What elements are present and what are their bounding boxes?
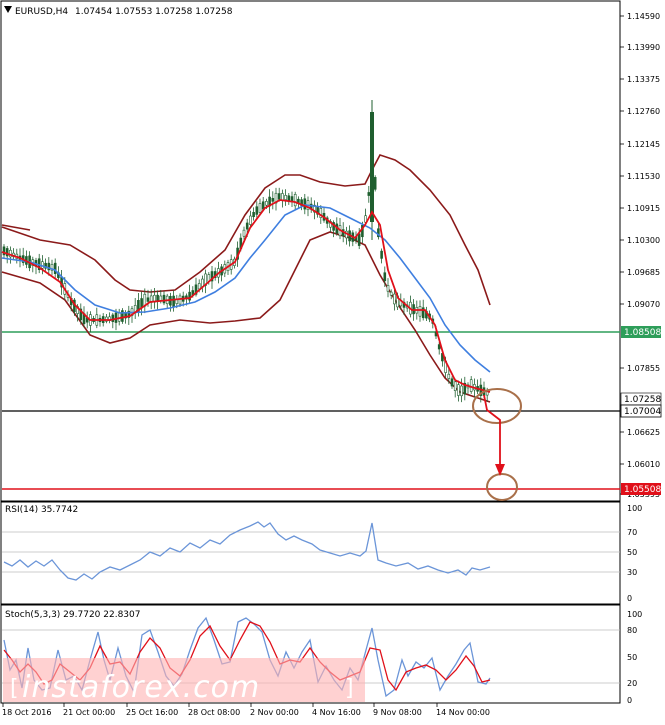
candle-body [277, 193, 281, 200]
stoch-tick-label: 0 [627, 696, 632, 705]
price-tick-label: 1.09685 [627, 268, 660, 277]
candle-body [450, 378, 454, 387]
candle-body [252, 212, 255, 218]
price-tick-label: 1.13375 [627, 75, 660, 84]
chart-window: 1.14590 1.13990 1.13375 1.12760 1.12145 1.115… [0, 0, 665, 721]
chart-canvas: 1.14590 1.13990 1.13375 1.12760 1.12145 1.115… [0, 0, 661, 717]
rsi-tick-label: 70 [627, 528, 637, 537]
header-ohlc: 1.07454 1.07553 1.07258 1.07258 [75, 7, 233, 17]
candle-body [172, 295, 175, 308]
stoch-tick-label: 20 [627, 679, 637, 688]
candle-body [418, 306, 422, 317]
price-tick-label: 1.10300 [627, 236, 660, 245]
candle-body [197, 283, 201, 290]
candle-body [453, 381, 457, 391]
candle-body [159, 295, 163, 301]
stoch-title: Stoch(5,3,3) 29.7720 22.8307 [5, 610, 140, 620]
stoch-tick-label: 80 [627, 626, 637, 635]
price-tick-label: 1.12145 [627, 140, 660, 149]
candle-body [447, 373, 451, 379]
candle-body [245, 222, 249, 230]
candle-body [373, 177, 377, 190]
price-tick-label: 1.06010 [627, 460, 660, 469]
price-tick-label: 1.11530 [627, 172, 660, 181]
rsi-tick-label: 0 [627, 594, 632, 603]
time-tick-label: 18 Oct 2016 [2, 708, 51, 717]
candle-body [178, 295, 182, 305]
candle-body [370, 112, 374, 222]
candle-body [303, 198, 307, 210]
time-tick-label: 25 Oct 16:00 [126, 708, 178, 717]
price-tick-label: 1.10915 [627, 204, 660, 213]
price-tick-label: 1.06625 [627, 428, 660, 437]
candle-body [53, 262, 57, 274]
rsi-panel-frame [0, 501, 621, 605]
candle-body [117, 312, 121, 322]
green-level-label: 1.08508 [624, 328, 661, 338]
candle-body [162, 294, 166, 304]
rsi-tick-label: 30 [627, 568, 637, 577]
black-level-label: 1.07004 [624, 407, 661, 417]
candle-body [367, 192, 371, 196]
time-tick-label: 2 Nov 00:00 [250, 708, 299, 717]
watermark-text: instaforex.com [22, 670, 260, 705]
rsi-tick-label: 100 [627, 504, 642, 513]
candle-body [146, 297, 150, 302]
candle-body [281, 193, 284, 201]
candle-body [386, 285, 390, 292]
candle-body [111, 314, 115, 322]
candle-body [271, 198, 275, 202]
price-tick-label: 1.13990 [627, 43, 660, 52]
candle-body [249, 215, 252, 225]
price-tick-label: 1.12760 [627, 107, 660, 116]
watermark-bracket-right: ] [345, 676, 354, 701]
time-tick-label: 4 Nov 16:00 [312, 708, 361, 717]
stoch-tick-label: 100 [627, 610, 642, 619]
candle-body [265, 201, 268, 206]
time-tick-label: 9 Nov 08:00 [373, 708, 422, 717]
candle-body [293, 194, 297, 207]
time-tick-label: 21 Oct 00:00 [63, 708, 115, 717]
candle-body [114, 312, 118, 323]
candle-body [357, 233, 361, 246]
candle-body [255, 206, 259, 215]
candle-body [284, 195, 287, 200]
candle-body [460, 385, 463, 397]
rsi-axis: 100 70 50 30 0 [627, 504, 642, 603]
candle-body [258, 203, 262, 213]
candle-body [389, 291, 393, 296]
stoch-axis: 100 80 50 20 0 [627, 610, 642, 705]
price-tick-label: 1.07855 [627, 364, 660, 373]
price-axis: 1.14590 1.13990 1.13375 1.12760 1.12145 1.115… [620, 12, 660, 499]
stoch-tick-label: 50 [627, 653, 637, 662]
candle-body [457, 384, 460, 396]
time-axis: 18 Oct 2016 21 Oct 00:00 25 Oct 16:00 28 Oc… [2, 703, 490, 717]
candle-body [201, 278, 204, 287]
watermark-bracket-left: [ [10, 676, 19, 701]
candle-body [383, 272, 387, 282]
time-tick-label: 14 Nov 00:00 [436, 708, 490, 717]
candle-body [380, 250, 383, 259]
red-level-label: 1.05508 [624, 485, 661, 495]
candle-body [469, 379, 473, 392]
rsi-tick-label: 50 [627, 548, 637, 557]
candle-body [287, 195, 291, 202]
price-tick-label: 1.09070 [627, 300, 660, 309]
candle-body [393, 293, 396, 305]
header-symbol: EURUSD,H4 [15, 7, 68, 17]
current-price-label: 1.07258 [624, 395, 661, 405]
candle-body [242, 229, 246, 237]
time-tick-label: 28 Oct 08:00 [188, 708, 240, 717]
price-tick-label: 1.14590 [627, 12, 660, 21]
rsi-title: RSI(14) 35.7742 [5, 505, 78, 515]
main-panel-frame [0, 0, 621, 502]
